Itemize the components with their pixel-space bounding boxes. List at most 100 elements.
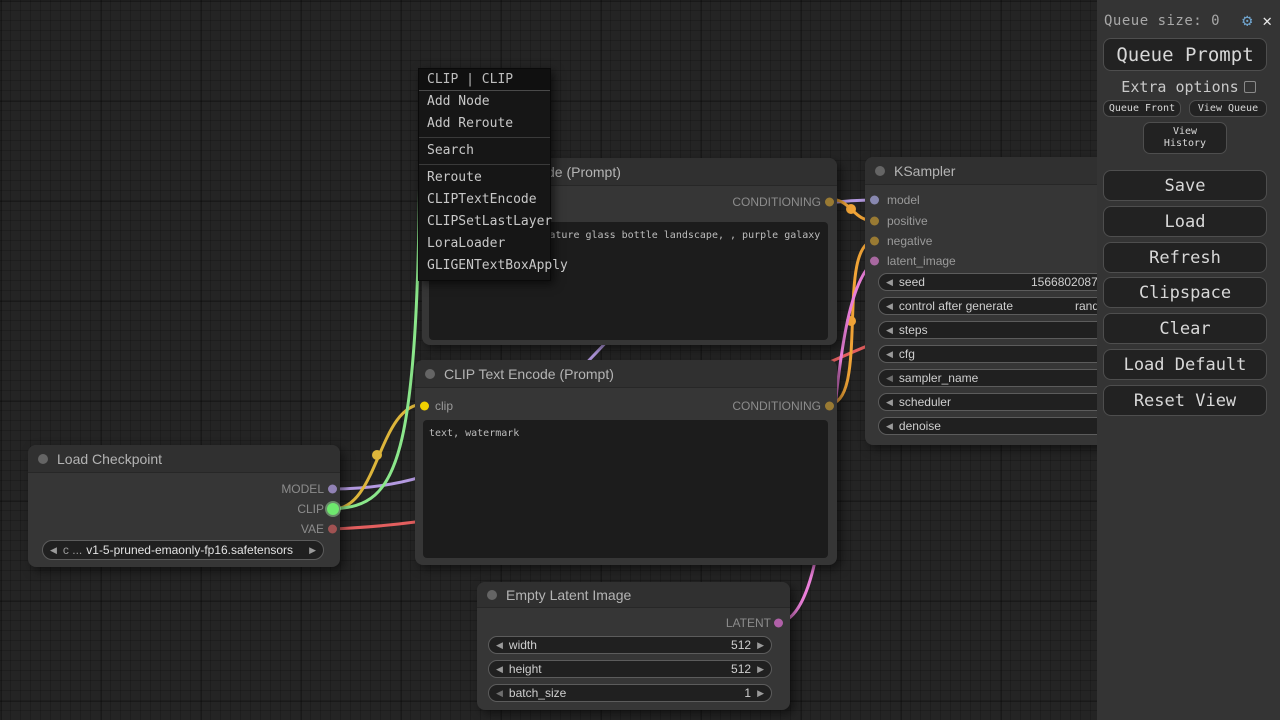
menu-item-add-node[interactable]: Add Node	[419, 91, 550, 113]
decrement-icon[interactable]: ◀	[886, 374, 893, 383]
decrement-icon[interactable]: ◀	[496, 641, 503, 650]
collapse-dot-icon[interactable]	[38, 454, 48, 464]
view-queue-button[interactable]: View Queue	[1189, 100, 1267, 117]
save-button[interactable]: Save	[1103, 170, 1267, 201]
model-input-label: model	[887, 193, 920, 207]
menu-separator	[419, 164, 550, 165]
widget-value: v1-5-pruned-emaonly-fp16.safetensors	[86, 543, 293, 557]
node-title-bar[interactable]: Load Checkpoint	[28, 445, 340, 473]
widget-label: sampler_name	[899, 371, 978, 385]
node-clip-text-encode-negative[interactable]: CLIP Text Encode (Prompt) clip CONDITION…	[415, 360, 837, 565]
model-input-port[interactable]	[870, 196, 879, 205]
queue-prompt-button[interactable]: Queue Prompt	[1103, 38, 1267, 71]
widget-label-truncated: c ...	[63, 543, 82, 557]
extra-options-label: Extra options	[1121, 78, 1238, 96]
clip-input-port[interactable]	[420, 402, 429, 411]
load-default-button[interactable]: Load Default	[1103, 349, 1267, 380]
menu-item-loraloader[interactable]: LoraLoader	[419, 233, 550, 255]
conditioning-output-label: CONDITIONING	[732, 195, 821, 209]
widget-label: batch_size	[509, 686, 566, 700]
load-button[interactable]: Load	[1103, 206, 1267, 237]
node-load-checkpoint[interactable]: Load Checkpoint MODEL CLIP VAE ◀ c ... v…	[28, 445, 340, 567]
negative-input-label: negative	[887, 234, 932, 248]
vae-output-port[interactable]	[328, 525, 337, 534]
widget-label: width	[509, 638, 537, 652]
decrement-icon[interactable]: ◀	[886, 350, 893, 359]
menu-item-search[interactable]: Search	[419, 140, 550, 162]
queue-front-button[interactable]: Queue Front	[1103, 100, 1181, 117]
menu-item-cliptextencode[interactable]: CLIPTextEncode	[419, 189, 550, 211]
height-widget[interactable]: ◀ height 512 ▶	[488, 660, 772, 678]
collapse-dot-icon[interactable]	[425, 369, 435, 379]
increment-icon[interactable]: ▶	[757, 689, 764, 698]
widget-label: cfg	[899, 347, 915, 361]
widget-value: 512	[731, 662, 757, 676]
batch-size-widget[interactable]: ◀ batch_size 1 ▶	[488, 684, 772, 702]
latent-output-port[interactable]	[774, 619, 783, 628]
node-title-bar[interactable]: CLIP Text Encode (Prompt)	[415, 360, 837, 388]
menu-item-gligentextboxapply[interactable]: GLIGENTextBoxApply	[419, 255, 550, 277]
decrement-icon[interactable]: ◀	[496, 689, 503, 698]
latent-output-label: LATENT	[726, 616, 771, 630]
clip-output-label: CLIP	[297, 502, 324, 516]
refresh-button[interactable]: Refresh	[1103, 242, 1267, 273]
node-title-bar[interactable]: Empty Latent Image	[477, 582, 790, 608]
conditioning-output-port[interactable]	[825, 402, 834, 411]
extra-options-checkbox[interactable]	[1244, 81, 1256, 93]
collapse-dot-icon[interactable]	[487, 590, 497, 600]
widget-label: steps	[899, 323, 928, 337]
increment-icon[interactable]: ▶	[757, 641, 764, 650]
latent-image-input-label: latent_image	[887, 254, 956, 268]
node-empty-latent-image[interactable]: Empty Latent Image LATENT ◀ width 512 ▶ …	[477, 582, 790, 710]
node-title: Empty Latent Image	[506, 587, 631, 603]
next-value-icon[interactable]: ▶	[309, 546, 316, 555]
menu-item-reroute[interactable]: Reroute	[419, 167, 550, 189]
clip-output-port[interactable]	[327, 503, 339, 515]
conditioning-output-label: CONDITIONING	[732, 399, 821, 413]
node-title: KSampler	[894, 163, 955, 179]
decrement-icon[interactable]: ◀	[886, 302, 893, 311]
reset-view-button[interactable]: Reset View	[1103, 385, 1267, 416]
prompt-textarea[interactable]: text, watermark	[423, 420, 828, 558]
clip-input-label: clip	[435, 399, 453, 413]
node-title: Load Checkpoint	[57, 451, 162, 467]
positive-input-port[interactable]	[870, 217, 879, 226]
widget-label: denoise	[899, 419, 941, 433]
prev-value-icon[interactable]: ◀	[50, 546, 57, 555]
settings-gear-icon[interactable]: ⚙	[1242, 13, 1252, 30]
view-history-button[interactable]: View History	[1143, 122, 1227, 154]
decrement-icon[interactable]: ◀	[496, 665, 503, 674]
negative-input-port[interactable]	[870, 237, 879, 246]
context-menu: CLIP | CLIP Add Node Add Reroute Search …	[418, 68, 551, 281]
menu-separator	[419, 137, 550, 138]
vae-output-label: VAE	[301, 522, 324, 536]
decrement-icon[interactable]: ◀	[886, 278, 893, 287]
decrement-icon[interactable]: ◀	[886, 398, 893, 407]
widget-label: height	[509, 662, 542, 676]
latent-image-input-port[interactable]	[870, 257, 879, 266]
width-widget[interactable]: ◀ width 512 ▶	[488, 636, 772, 654]
close-icon[interactable]: ✕	[1262, 13, 1272, 29]
widget-label: scheduler	[899, 395, 951, 409]
clipspace-button[interactable]: Clipspace	[1103, 277, 1267, 308]
widget-value: 512	[731, 638, 757, 652]
increment-icon[interactable]: ▶	[757, 665, 764, 674]
menu-item-clipsetlastlayer[interactable]: CLIPSetLastLayer	[419, 211, 550, 233]
comfy-menu-panel: Queue size: 0 ⚙ ✕ Queue Prompt Extra opt…	[1097, 0, 1280, 720]
menu-item-add-reroute[interactable]: Add Reroute	[419, 113, 550, 135]
conditioning-output-port[interactable]	[825, 198, 834, 207]
widget-label: control after generate	[899, 299, 1013, 313]
node-title: CLIP Text Encode (Prompt)	[444, 366, 614, 382]
clear-button[interactable]: Clear	[1103, 313, 1267, 344]
widget-value: 1	[744, 686, 757, 700]
decrement-icon[interactable]: ◀	[886, 422, 893, 431]
widget-label: seed	[899, 275, 925, 289]
positive-input-label: positive	[887, 214, 928, 228]
model-output-port[interactable]	[328, 485, 337, 494]
context-menu-title: CLIP | CLIP	[419, 69, 550, 91]
queue-size-label: Queue size: 0	[1104, 13, 1220, 29]
model-output-label: MODEL	[281, 482, 324, 496]
collapse-dot-icon[interactable]	[875, 166, 885, 176]
decrement-icon[interactable]: ◀	[886, 326, 893, 335]
ckpt-name-widget[interactable]: ◀ c ... v1-5-pruned-emaonly-fp16.safeten…	[42, 540, 324, 560]
